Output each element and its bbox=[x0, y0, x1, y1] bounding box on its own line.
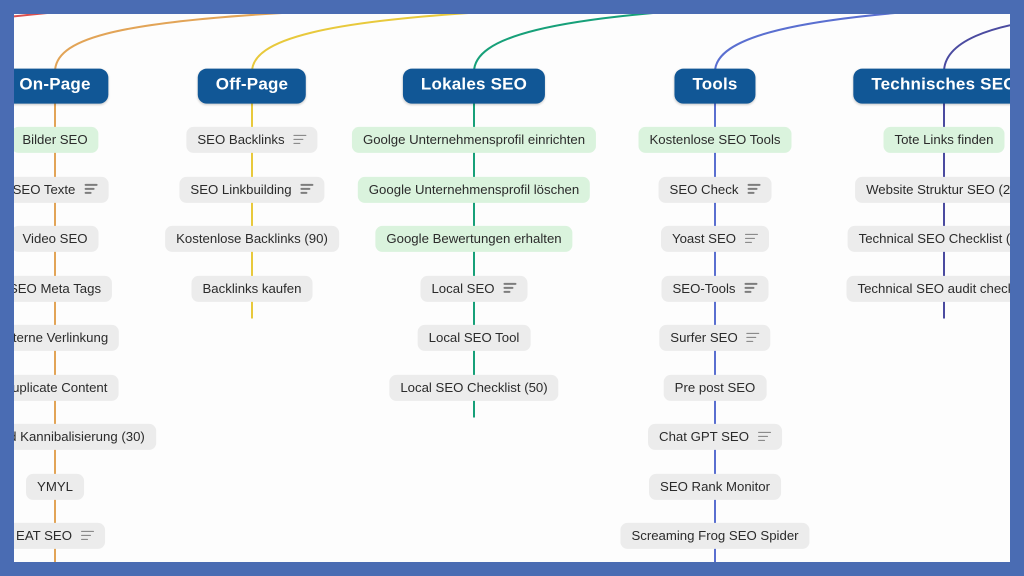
notes-icon[interactable] bbox=[757, 431, 771, 442]
topic-node[interactable]: Surfer SEO bbox=[659, 324, 771, 352]
topic-node-label: SEO Check bbox=[669, 181, 739, 197]
top-branch-curve bbox=[251, 14, 469, 73]
topic-node-label: EAT SEO bbox=[16, 527, 72, 543]
topic-node[interactable]: Google Unternehmensprofil löschen bbox=[357, 176, 591, 203]
mindmap-canvas[interactable]: On-Page Bilder SEO SEO Texte Video SEO SEO M… bbox=[14, 14, 1010, 562]
topic-node[interactable]: Chat GPT SEO bbox=[648, 423, 782, 451]
topic-node[interactable]: Google Bewertungen erhalten bbox=[375, 225, 573, 253]
top-branch-curve bbox=[54, 14, 283, 73]
topic-node[interactable]: Kostenlose Backlinks (90) bbox=[165, 225, 339, 253]
notes-icon[interactable] bbox=[747, 183, 761, 194]
branch-header-tools[interactable]: Tools bbox=[674, 68, 756, 104]
notes-icon[interactable] bbox=[300, 183, 314, 194]
topic-node-label: Chat GPT SEO bbox=[659, 428, 749, 444]
topic-node-label: SEO Backlinks bbox=[197, 131, 285, 147]
topic-node[interactable]: Interne Verlinkung bbox=[14, 324, 120, 352]
topic-node[interactable]: SEO Backlinks bbox=[186, 126, 318, 154]
topic-node-label: Bilder SEO bbox=[22, 131, 88, 147]
notes-icon[interactable] bbox=[503, 282, 517, 293]
topic-node-label: SEO-Tools bbox=[672, 280, 736, 296]
topic-node-label: Local SEO Checklist (50) bbox=[400, 379, 548, 395]
topic-node-label: Technical SEO audit checklist bbox=[857, 280, 1010, 296]
top-branch-curve bbox=[714, 14, 896, 73]
topic-node[interactable]: SEO Linkbuilding bbox=[179, 176, 325, 203]
topic-node[interactable]: Screaming Frog SEO Spider bbox=[620, 522, 810, 550]
topic-node[interactable]: SEO Rank Monitor bbox=[649, 473, 781, 500]
topic-node[interactable]: Website Struktur SEO (20) bbox=[855, 176, 1010, 203]
topic-node-label: Yoast SEO bbox=[671, 230, 737, 246]
topic-node[interactable]: Technical SEO audit checklist bbox=[846, 275, 1010, 302]
topic-node[interactable]: Pre post SEO bbox=[663, 374, 767, 401]
topic-node[interactable]: Kostenlose SEO Tools bbox=[638, 126, 792, 154]
topic-node-label: Kostenlose SEO Tools bbox=[649, 131, 781, 147]
topic-node[interactable]: SEO Check bbox=[658, 176, 772, 203]
topic-node[interactable]: Video SEO bbox=[14, 225, 99, 253]
topic-node[interactable]: Bilder SEO bbox=[14, 126, 99, 154]
topic-node-label: Tote Links finden bbox=[894, 131, 994, 147]
topic-node-label: SEO Linkbuilding bbox=[190, 181, 292, 197]
topic-node[interactable]: Technical SEO Checklist (60) bbox=[847, 225, 1010, 253]
top-branch-curve bbox=[14, 14, 48, 18]
topic-node[interactable]: Backlinks kaufen bbox=[191, 275, 313, 302]
notes-icon[interactable] bbox=[293, 134, 307, 145]
topic-node[interactable]: SEO Texte bbox=[14, 176, 109, 203]
topic-node-label: Website Struktur SEO (20) bbox=[866, 181, 1010, 197]
topic-node-label: Pre post SEO bbox=[674, 379, 756, 395]
notes-icon[interactable] bbox=[80, 530, 94, 541]
topic-node[interactable]: Local SEO Checklist (50) bbox=[389, 374, 559, 401]
branch-header-on-page[interactable]: On-Page bbox=[14, 68, 109, 104]
topic-node-label: Backlinks kaufen bbox=[202, 280, 302, 296]
notes-icon[interactable] bbox=[84, 183, 98, 194]
topic-node-label: Keyword Kannibalisierung (30) bbox=[14, 428, 145, 444]
mindmap-layer: On-Page Bilder SEO SEO Texte Video SEO SEO M… bbox=[14, 14, 1010, 562]
topic-node-label: Screaming Frog SEO Spider bbox=[631, 527, 799, 543]
topic-node-label: Video SEO bbox=[22, 230, 88, 246]
topic-node-label: Surfer SEO bbox=[670, 329, 738, 345]
topic-node[interactable]: Goolge Unternehmensprofil einrichten bbox=[351, 126, 597, 154]
topic-node-label: Technical SEO Checklist (60) bbox=[858, 230, 1010, 246]
branch-header-off-page[interactable]: Off-Page bbox=[197, 68, 307, 104]
mindmap-screenshot: On-Page Bilder SEO SEO Texte Video SEO SEO M… bbox=[0, 0, 1024, 576]
topic-node[interactable]: Yoast SEO bbox=[660, 225, 770, 253]
topic-node[interactable]: EAT SEO bbox=[14, 522, 105, 550]
topic-node[interactable]: Local SEO Tool bbox=[417, 324, 531, 352]
notes-icon[interactable] bbox=[745, 233, 759, 244]
topic-node-label: SEO Texte bbox=[14, 181, 76, 197]
topic-node-label: Interne Verlinkung bbox=[14, 329, 109, 345]
topic-node[interactable]: SEO-Tools bbox=[661, 275, 769, 302]
topic-node[interactable]: YMYL bbox=[26, 473, 84, 500]
topic-node[interactable]: Local SEO bbox=[420, 275, 528, 302]
topic-node-label: Kostenlose Backlinks (90) bbox=[176, 230, 328, 246]
topic-node[interactable]: Duplicate Content bbox=[14, 374, 119, 401]
notes-icon[interactable] bbox=[746, 332, 760, 343]
topic-node-label: Local SEO bbox=[431, 280, 495, 296]
topic-node-label: Goolge Unternehmensprofil einrichten bbox=[362, 131, 586, 147]
top-branch-curve bbox=[943, 24, 1010, 73]
topic-node[interactable]: SEO Meta Tags bbox=[14, 275, 113, 302]
topic-node-label: Local SEO Tool bbox=[428, 329, 520, 345]
branch-header-lokales-seo[interactable]: Lokales SEO bbox=[402, 68, 546, 104]
branch-header-technisches-seo[interactable]: Technisches SEO bbox=[853, 68, 1010, 104]
topic-node-label: Google Unternehmensprofil löschen bbox=[368, 181, 580, 197]
topic-node-label: YMYL bbox=[37, 478, 73, 494]
notes-icon[interactable] bbox=[744, 282, 758, 293]
topic-node-label: SEO Meta Tags bbox=[14, 280, 102, 296]
topic-node-label: Duplicate Content bbox=[14, 379, 108, 395]
topic-node[interactable]: Tote Links finden bbox=[883, 126, 1005, 154]
topic-node[interactable]: Keyword Kannibalisierung (30) bbox=[14, 423, 156, 451]
topic-node-label: Google Bewertungen erhalten bbox=[386, 230, 562, 246]
topic-node-label: SEO Rank Monitor bbox=[660, 478, 770, 494]
